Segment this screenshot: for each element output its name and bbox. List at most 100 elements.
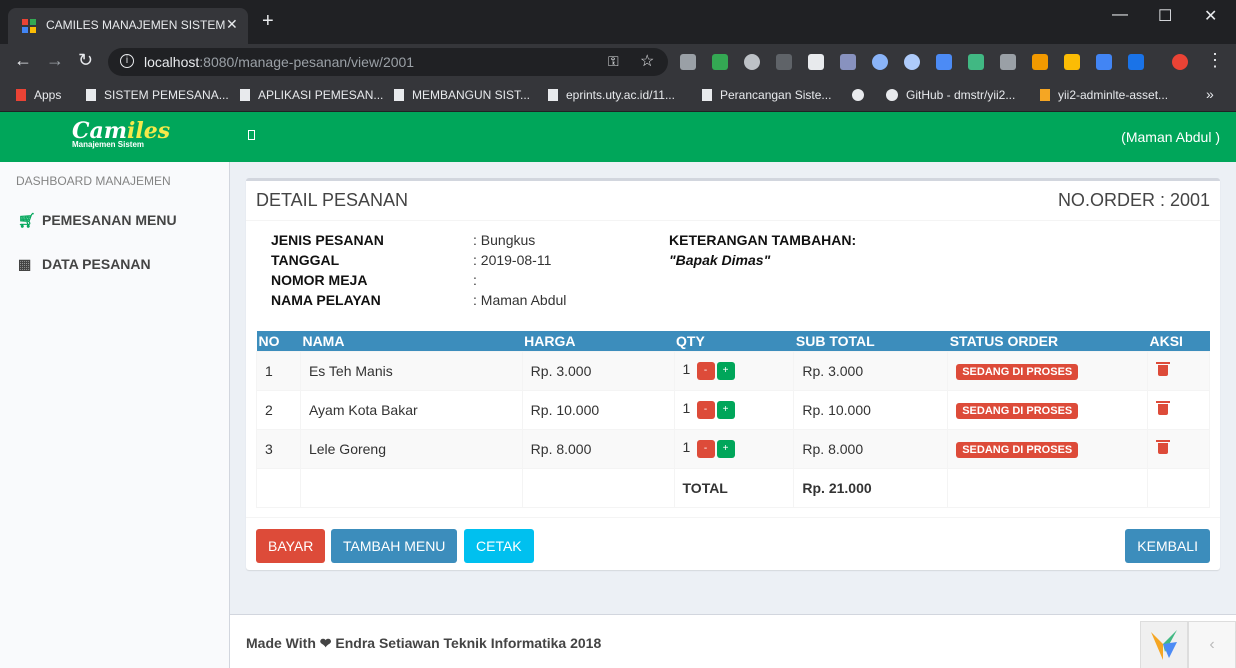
field-label: NAMA PELAYAN — [271, 292, 381, 308]
trash-icon[interactable] — [1156, 361, 1170, 376]
bookmark-apps[interactable]: Apps — [16, 88, 61, 102]
status-badge: SEDANG DI PROSES — [956, 441, 1079, 458]
extension-icon[interactable] — [904, 54, 920, 70]
column-header: HARGA — [522, 331, 674, 351]
extension-icon[interactable] — [1032, 54, 1048, 70]
download-extension-icon[interactable] — [1096, 54, 1112, 70]
field-label: JENIS PESANAN — [271, 232, 384, 248]
bookmark-github[interactable]: GitHub - dmstr/yii2... — [886, 88, 1015, 102]
browser-toolbar: ← → ↻ i localhost:8080/manage-pesanan/vi… — [0, 44, 1236, 80]
cell-no: 3 — [256, 428, 301, 469]
cell-no: 2 — [256, 389, 301, 430]
github-icon — [886, 89, 898, 101]
bookmark-item[interactable]: SISTEM PEMESANA... — [86, 88, 229, 102]
tambah-menu-button[interactable]: TAMBAH MENU — [331, 529, 458, 563]
yii-logo-icon[interactable] — [1140, 621, 1188, 668]
kembali-button[interactable]: KEMBALI — [1125, 529, 1210, 563]
tab-title: CAMILES MANAJEMEN SISTEM — [46, 18, 226, 32]
cell-status: SEDANG DI PROSES — [947, 350, 1148, 391]
column-header: SUB TOTAL — [793, 331, 948, 351]
trash-icon[interactable] — [1156, 400, 1170, 415]
table-row: 1 Es Teh Manis Rp. 3.000 1- + Rp. 3.000 S… — [256, 350, 1210, 391]
cell-qty: 1- + — [673, 389, 795, 430]
bookmark-item[interactable]: Perancangan Siste... — [702, 88, 831, 102]
minimize-icon[interactable]: — — [1112, 6, 1128, 24]
column-header: STATUS ORDER — [947, 331, 1148, 351]
page-title: DETAIL PESANAN — [256, 190, 409, 210]
menu-kebab-icon[interactable]: ⋮ — [1206, 51, 1224, 69]
gear-extension-icon[interactable] — [744, 54, 760, 70]
status-badge: SEDANG DI PROSES — [956, 363, 1079, 380]
php-extension-icon[interactable] — [840, 54, 856, 70]
order-detail-box: DETAIL PESANAN NO.ORDER : 2001 JENIS PES… — [246, 178, 1220, 570]
trash-icon[interactable] — [1156, 439, 1170, 454]
globe-icon — [852, 89, 864, 101]
extension-icon[interactable] — [872, 54, 888, 70]
globe-bookmark-icon[interactable] — [852, 88, 872, 102]
extension-icon[interactable] — [808, 54, 824, 70]
key-icon[interactable]: ⚿ — [608, 53, 619, 70]
control-sidebar-toggle[interactable]: ‹ — [1188, 621, 1236, 668]
page-icon — [86, 89, 96, 101]
total-value: Rp. 21.000 — [793, 467, 949, 508]
more-bookmarks-icon[interactable]: » — [1206, 86, 1214, 102]
reload-icon[interactable]: ↻ — [78, 51, 93, 69]
page-icon — [702, 89, 712, 101]
browser-tab[interactable]: CAMILES MANAJEMEN SISTEM ✕ — [8, 8, 248, 44]
sidebar-toggle-icon[interactable] — [248, 130, 255, 140]
bayar-button[interactable]: BAYAR — [256, 529, 326, 563]
profile-avatar[interactable] — [1172, 54, 1188, 70]
bookmark-star-icon[interactable]: ☆ — [640, 51, 654, 71]
url-text: localhost:8080/manage-pesanan/view/2001 — [144, 54, 415, 70]
extension-icon[interactable] — [936, 54, 952, 70]
cell-aksi — [1147, 389, 1210, 430]
status-badge: SEDANG DI PROSES — [956, 402, 1079, 419]
address-bar[interactable]: i localhost:8080/manage-pesanan/view/200… — [108, 48, 668, 76]
increase-qty-button[interactable]: + — [716, 439, 735, 458]
extension-icon[interactable] — [712, 54, 728, 70]
order-info-labels: JENIS PESANAN TANGGAL NOMOR MEJA NAMA PE… — [271, 232, 384, 312]
increase-qty-button[interactable]: + — [716, 361, 735, 380]
extension-icon[interactable] — [1000, 54, 1016, 70]
vue-extension-icon[interactable] — [968, 54, 984, 70]
extension-icon[interactable] — [680, 54, 696, 70]
bookmark-item[interactable]: APLIKASI PEMESAN... — [240, 88, 383, 102]
decrease-qty-button[interactable]: - — [696, 439, 715, 458]
increase-qty-button[interactable]: + — [716, 400, 735, 419]
forward-arrow-icon[interactable]: → — [46, 51, 64, 69]
cell-harga: Rp. 8.000 — [521, 428, 675, 469]
page-icon — [394, 89, 404, 101]
maximize-icon[interactable]: ☐ — [1158, 6, 1172, 26]
sidebar-item-pemesanan-menu[interactable]: 🛒︎ PEMESANAN MENU — [18, 212, 177, 229]
bookmark-yii2[interactable]: yii2-adminlte-asset... — [1040, 88, 1168, 102]
new-badge-extension-icon[interactable] — [1064, 54, 1080, 70]
extension-icon[interactable] — [776, 54, 792, 70]
column-header: NO — [256, 331, 301, 351]
bookmark-item[interactable]: MEMBANGUN SIST... — [394, 88, 530, 102]
browser-tab-bar: CAMILES MANAJEMEN SISTEM ✕ + — ☐ ✕ — [0, 0, 1236, 44]
decrease-qty-button[interactable]: - — [696, 400, 715, 419]
divider — [246, 220, 1220, 221]
sidebar-header: DASHBOARD MANAJEMEN — [16, 174, 171, 188]
main-footer: Made With ❤ Endra Setiawan Teknik Inform… — [230, 614, 1236, 668]
qty-value: 1 — [682, 400, 691, 417]
cell-aksi — [1147, 350, 1210, 391]
cell-subtotal: Rp. 10.000 — [793, 389, 949, 430]
user-menu[interactable]: (Maman Abdul ) — [1121, 129, 1220, 145]
tab-close-icon[interactable]: ✕ — [226, 16, 238, 33]
field-label: TANGGAL — [271, 252, 340, 268]
cell-harga: Rp. 10.000 — [521, 389, 675, 430]
decrease-qty-button[interactable]: - — [696, 361, 715, 380]
bookmark-item[interactable]: eprints.uty.ac.id/11... — [548, 88, 675, 102]
back-arrow-icon[interactable]: ← — [14, 51, 32, 69]
sidebar-item-data-pesanan[interactable]: ▦ DATA PESANAN — [18, 256, 151, 273]
window-close-icon[interactable]: ✕ — [1204, 6, 1217, 26]
logo[interactable]: Camiles Manajemen Sistem — [72, 120, 170, 149]
extension-icon[interactable] — [1128, 54, 1144, 70]
new-tab-button[interactable]: + — [262, 11, 274, 31]
cetak-button[interactable]: CETAK — [464, 529, 534, 563]
divider — [246, 517, 1220, 518]
site-info-icon[interactable]: i — [120, 54, 134, 68]
page-icon — [240, 89, 250, 101]
sidebar: DASHBOARD MANAJEMEN 🛒︎ PEMESANAN MENU ▦ DA… — [0, 162, 230, 668]
